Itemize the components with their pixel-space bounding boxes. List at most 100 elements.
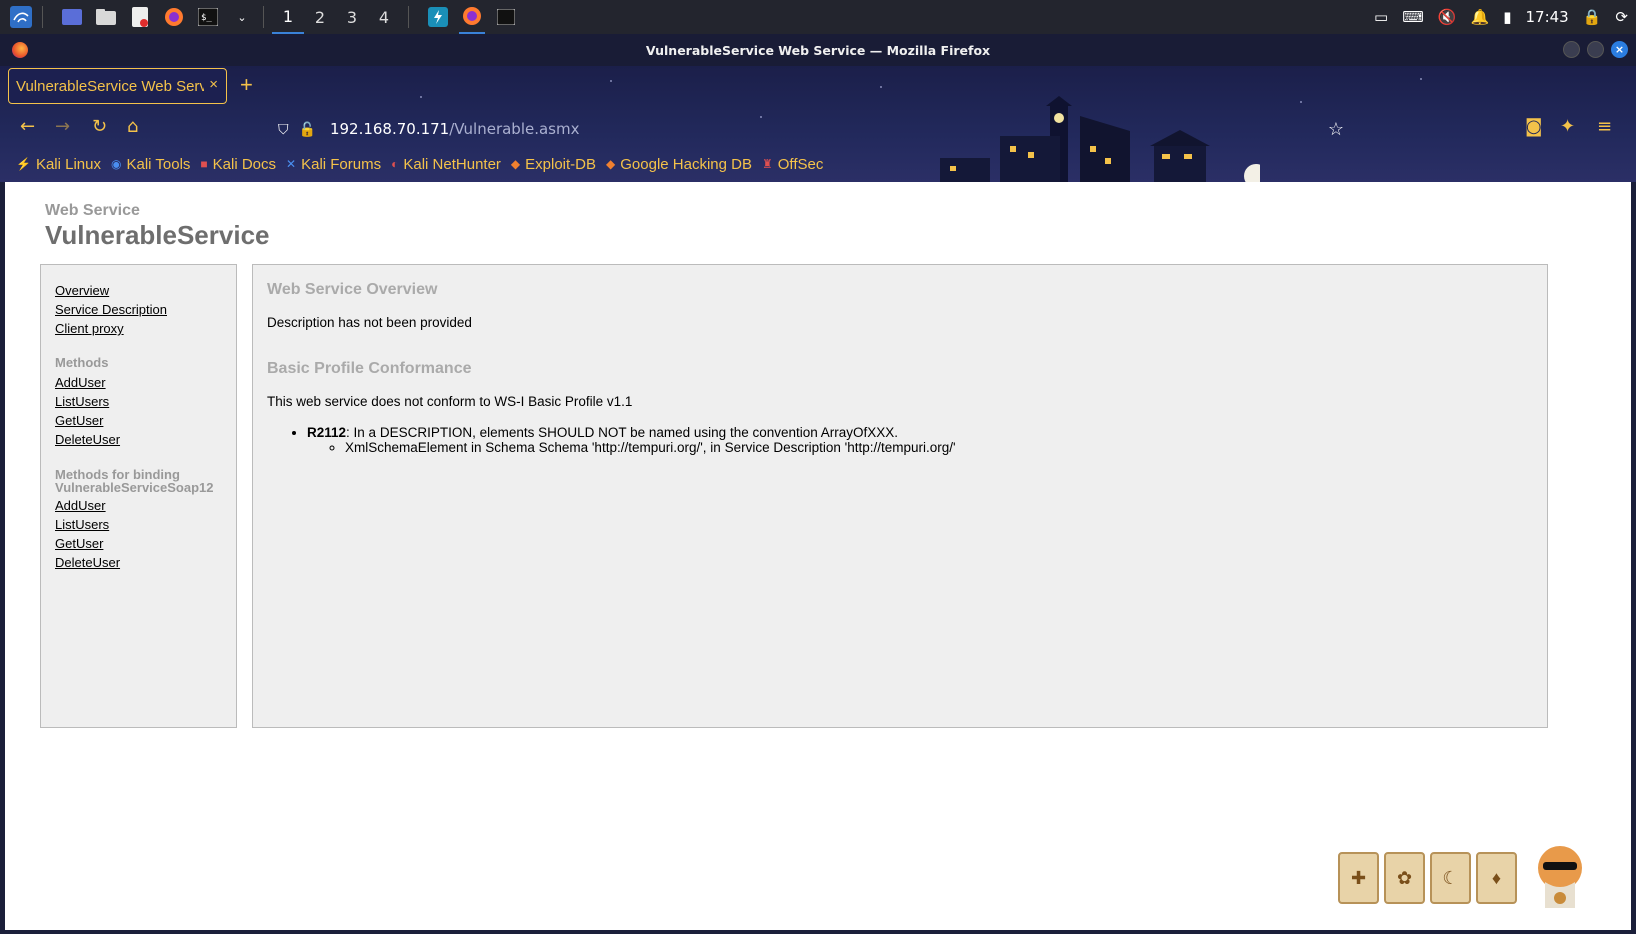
- volume-muted-icon[interactable]: 🔇: [1438, 8, 1457, 26]
- nav-client-proxy-link[interactable]: Client proxy: [55, 319, 222, 338]
- workspace-1[interactable]: 1: [272, 0, 304, 34]
- minimize-button[interactable]: [1563, 41, 1580, 58]
- extension-icon[interactable]: ✦: [1560, 116, 1575, 137]
- home-icon[interactable]: ⌂: [127, 116, 138, 137]
- insecure-lock-icon[interactable]: 🔓: [299, 121, 316, 138]
- mascot-image[interactable]: [1525, 838, 1595, 916]
- ghdb-icon: ◆: [606, 157, 616, 171]
- close-window-button[interactable]: ×: [1611, 41, 1628, 58]
- terminal-launcher-icon[interactable]: $_: [195, 4, 221, 30]
- bookmark-kali-nethunter[interactable]: ◐ Kali NetHunter: [391, 156, 501, 173]
- maximize-button[interactable]: [1587, 41, 1604, 58]
- terminal-task-icon[interactable]: [493, 4, 519, 30]
- taskbar-separator: [42, 6, 43, 28]
- widget-card-4[interactable]: ♦: [1476, 852, 1517, 904]
- notification-bell-icon[interactable]: 🔔: [1471, 8, 1490, 26]
- logout-icon[interactable]: ⟳: [1615, 8, 1628, 26]
- bookmark-google-hacking-db[interactable]: ◆ Google Hacking DB: [606, 156, 752, 173]
- nav-overview-link[interactable]: Overview: [55, 281, 222, 300]
- workspace-2[interactable]: 2: [304, 0, 336, 34]
- workspace-4[interactable]: 4: [368, 0, 400, 34]
- url-path: /Vulnerable.asmx: [449, 120, 580, 138]
- nethunter-icon: ◐: [391, 157, 399, 171]
- page-title: VulnerableService: [45, 220, 270, 250]
- navigation-toolbar: ← → ↻ ⌂ ⛉ 🔓 192.168.70.171/Vulnerable.as…: [0, 108, 1636, 148]
- pocket-icon[interactable]: ◙: [1525, 116, 1542, 137]
- bookmark-label: Kali Linux: [35, 155, 101, 173]
- kali-forums-icon: ✕: [286, 157, 297, 171]
- method-adduser-link[interactable]: AddUser: [55, 373, 222, 392]
- bookmark-star-icon[interactable]: ☆: [1328, 119, 1344, 140]
- bookmark-kali-docs[interactable]: ■ Kali Docs: [200, 156, 276, 173]
- show-desktop-icon[interactable]: [59, 4, 85, 30]
- rule-list: R2112: In a DESCRIPTION, elements SHOULD…: [307, 425, 1533, 455]
- bookmark-exploit-db[interactable]: ◆ Exploit-DB: [511, 156, 596, 173]
- taskbar-separator: [408, 6, 409, 28]
- binding-adduser-link[interactable]: AddUser: [55, 496, 222, 515]
- page-subtitle: Web Service: [45, 202, 140, 219]
- bookmark-offsec[interactable]: ♜ OffSec: [762, 156, 823, 173]
- nav-service-description-link[interactable]: Service Description: [55, 300, 222, 319]
- overview-text: Description has not been provided: [267, 315, 472, 330]
- url-host: 192.168.70.171: [329, 120, 450, 138]
- method-listusers-link[interactable]: ListUsers: [55, 392, 222, 411]
- methods-heading: Methods: [55, 355, 109, 370]
- firefox-launcher-icon[interactable]: [161, 4, 187, 30]
- forward-icon[interactable]: →: [55, 116, 70, 137]
- bookmark-label: Kali Docs: [212, 155, 277, 173]
- burp-task-icon[interactable]: [425, 4, 451, 30]
- taskbar: $_ ⌄ 1 2 3 4 ▭ ⌨ 🔇 🔔 ▮ 17:43 🔒 ⟳: [0, 0, 1636, 34]
- rule-detail: XmlSchemaElement in Schema Schema 'http:…: [345, 440, 1533, 455]
- conformance-title: Basic Profile Conformance: [267, 360, 472, 377]
- chevron-down-icon[interactable]: ⌄: [229, 4, 255, 30]
- lock-icon[interactable]: 🔒: [1583, 8, 1602, 26]
- method-getuser-link[interactable]: GetUser: [55, 411, 222, 430]
- back-icon[interactable]: ←: [20, 116, 35, 137]
- bookmarks-toolbar: ⚡ Kali Linux ◉ Kali Tools ■ Kali Docs ✕ Kali…: [16, 150, 823, 178]
- firefox-task-icon[interactable]: [459, 0, 485, 34]
- workspace-3[interactable]: 3: [336, 0, 368, 34]
- conformance-text: This web service does not conform to WS-…: [267, 394, 633, 409]
- main-panel: Web Service Overview Description has not…: [252, 264, 1548, 728]
- bookmark-label: Kali Forums: [301, 155, 382, 173]
- widget-card-1[interactable]: ✚: [1338, 852, 1379, 904]
- widget-card-3[interactable]: ☾: [1430, 852, 1471, 904]
- bookmark-label: OffSec: [777, 155, 824, 173]
- binding-name: VulnerableServiceSoap12: [55, 480, 214, 495]
- browser-chrome: VulnerableService Web Servi × + ← → ↻ ⌂ …: [0, 66, 1636, 182]
- text-editor-icon[interactable]: [127, 4, 153, 30]
- bookmark-label: Kali Tools: [126, 155, 191, 173]
- binding-getuser-link[interactable]: GetUser: [55, 534, 222, 553]
- firefox-icon: [12, 42, 28, 58]
- bookmark-kali-forums[interactable]: ✕ Kali Forums: [286, 156, 381, 173]
- widget-card-2[interactable]: ✿: [1384, 852, 1425, 904]
- taskbar-separator: [263, 6, 264, 28]
- kali-menu-icon[interactable]: [8, 4, 34, 30]
- binding-listusers-link[interactable]: ListUsers: [55, 515, 222, 534]
- window-titlebar: VulnerableService Web Service — Mozilla …: [0, 34, 1636, 66]
- binding-deleteuser-link[interactable]: DeleteUser: [55, 553, 222, 572]
- file-manager-icon[interactable]: [93, 4, 119, 30]
- bookmark-kali-linux[interactable]: ⚡ Kali Linux: [16, 156, 101, 173]
- clock[interactable]: 17:43: [1526, 8, 1569, 26]
- bookmark-label: Google Hacking DB: [620, 155, 752, 173]
- active-tab[interactable]: VulnerableService Web Servi ×: [8, 68, 227, 104]
- reload-icon[interactable]: ↻: [92, 116, 107, 137]
- new-tab-button[interactable]: +: [240, 72, 253, 98]
- bookmark-kali-tools[interactable]: ◉ Kali Tools: [111, 156, 190, 173]
- method-deleteuser-link[interactable]: DeleteUser: [55, 430, 222, 449]
- bookmark-label: Exploit-DB: [525, 155, 597, 173]
- page-content: Web Service VulnerableService Overview S…: [5, 182, 1631, 930]
- kali-tools-icon: ◉: [111, 157, 122, 171]
- url-bar[interactable]: ⛉ 🔓 192.168.70.171/Vulnerable.asmx ☆: [278, 114, 1388, 144]
- overview-title: Web Service Overview: [267, 281, 438, 298]
- kali-dragon-icon: ⚡: [16, 157, 31, 171]
- screen-icon[interactable]: ▭: [1374, 8, 1388, 26]
- battery-icon: ▮: [1503, 8, 1512, 26]
- firefox-window: VulnerableService Web Service — Mozilla …: [0, 34, 1636, 934]
- rule-id: R2112: [307, 425, 347, 440]
- menu-icon[interactable]: ≡: [1597, 116, 1612, 137]
- shield-icon[interactable]: ⛉: [278, 121, 289, 138]
- keyboard-icon[interactable]: ⌨: [1402, 8, 1424, 26]
- tab-close-button[interactable]: ×: [209, 76, 218, 93]
